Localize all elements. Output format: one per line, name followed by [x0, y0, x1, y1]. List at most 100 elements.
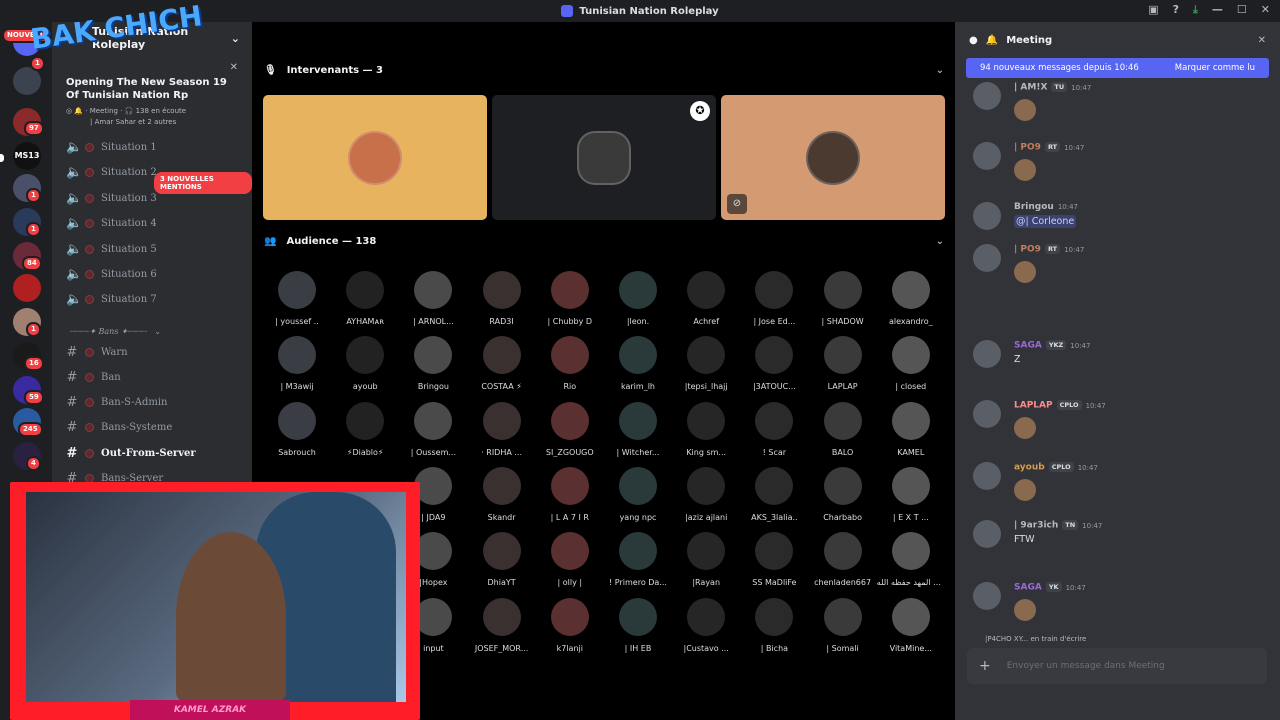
audience-member[interactable]: | Jose Ed... — [740, 271, 808, 326]
audience-member[interactable]: RAD3I — [468, 271, 536, 326]
audience-member[interactable]: BALO — [809, 401, 877, 457]
avatar[interactable] — [973, 244, 1001, 272]
maximize-icon[interactable]: ☐ — [1237, 3, 1247, 17]
audience-member[interactable]: ! Primero Da... — [604, 532, 672, 587]
audience-member[interactable]: King sm... — [672, 401, 740, 457]
message-author[interactable]: | PO9 — [1014, 143, 1041, 153]
audience-member[interactable]: ayoub — [331, 336, 399, 391]
text-channel-ban[interactable]: # Ban — [66, 367, 242, 387]
audience-member[interactable]: |3ATOUC... — [740, 336, 808, 391]
audience-member[interactable]: chenladen667 — [809, 532, 877, 587]
guild-item[interactable] — [13, 67, 41, 95]
audience-member[interactable]: JOSEF_MOR... — [468, 597, 536, 653]
guild-item[interactable] — [13, 274, 41, 302]
voice-channel-situation-6[interactable]: 🔈 Situation 6 — [66, 264, 242, 284]
audience-member[interactable]: | closed — [877, 336, 945, 391]
audience-member[interactable]: | E X T ... — [877, 466, 945, 522]
message-author[interactable]: | PO9 — [1014, 245, 1041, 255]
audience-member[interactable]: ! Scar — [740, 401, 808, 457]
audience-member[interactable]: | Somali — [809, 597, 877, 653]
avatar[interactable] — [973, 400, 1001, 428]
audience-member[interactable]: Charbabo — [809, 466, 877, 522]
message-author[interactable]: | AM!X — [1014, 83, 1047, 93]
message-author[interactable]: Bringou — [1014, 202, 1054, 212]
text-channel-ban-s-admin[interactable]: # Ban-S-Admin — [66, 392, 242, 412]
audience-member[interactable]: |tepsi_lhajj — [672, 336, 740, 391]
avatar[interactable] — [973, 82, 1001, 110]
audience-member[interactable]: COSTAA ⚡ — [468, 336, 536, 391]
speaker-tile[interactable] — [263, 95, 487, 220]
message-author[interactable]: SAGA — [1014, 341, 1042, 351]
audience-member[interactable]: VitaMine... — [877, 597, 945, 653]
help-icon[interactable]: ? — [1173, 3, 1179, 17]
message-composer[interactable]: + Envoyer un message dans Meeting — [967, 648, 1267, 684]
message-author[interactable]: ayoub — [1014, 463, 1045, 473]
voice-channel-situation-1[interactable]: 🔈 Situation 1 — [66, 137, 242, 157]
audience-member[interactable]: alexandro_ — [877, 271, 945, 326]
mark-read-button[interactable]: Marquer comme lu — [1175, 63, 1255, 73]
audience-member[interactable]: |leon. — [604, 271, 672, 326]
text-channel-bans-systeme[interactable]: # Bans-Systeme — [66, 417, 242, 437]
message-author[interactable]: SAGA — [1014, 583, 1042, 593]
close-chat-icon[interactable]: ✕ — [1258, 35, 1266, 46]
audience-member[interactable]: Sabrouch — [263, 401, 331, 457]
audience-member[interactable]: Rio — [536, 336, 604, 391]
audience-member[interactable]: DhiaYT — [468, 532, 536, 587]
text-channel-warn[interactable]: # Warn — [66, 342, 242, 362]
audience-member[interactable]: yang npc — [604, 466, 672, 522]
live-event-card[interactable]: ✕ Opening The New Season 19 Of Tunisian … — [52, 54, 252, 128]
audience-member[interactable]: ⚡Diablo⚡ — [331, 401, 399, 457]
guild-ms13[interactable]: MS13 — [13, 142, 41, 170]
voice-channel-situation-7[interactable]: 🔈 Situation 7 — [66, 289, 242, 309]
avatar[interactable] — [973, 142, 1001, 170]
audience-header[interactable]: 👥 Audience — 138 ⌄ — [264, 231, 944, 251]
avatar[interactable] — [973, 582, 1001, 610]
audience-member[interactable]: KAMEL — [877, 401, 945, 457]
audience-member[interactable]: AKS_3lalia.. — [740, 466, 808, 522]
audience-member[interactable]: | youssef .. — [263, 271, 331, 326]
speakers-header[interactable]: 🎙 Intervenants — 3 ⌄ — [264, 60, 944, 80]
text-channel-out-from-server[interactable]: # Out-From-Server — [66, 443, 242, 463]
avatar[interactable] — [973, 340, 1001, 368]
audience-member[interactable]: karim_lh — [604, 336, 672, 391]
voice-channel-situation-3[interactable]: 🔈 Situation 3 — [66, 188, 242, 208]
avatar[interactable] — [973, 520, 1001, 548]
avatar[interactable] — [973, 202, 1001, 230]
message-author[interactable]: LAPLAP — [1014, 401, 1053, 411]
chevron-down-icon[interactable]: ⌄ — [936, 65, 944, 76]
audience-member[interactable]: | L A 7 I R — [536, 466, 604, 522]
audience-member[interactable]: | ARNOL... — [399, 271, 467, 326]
audience-member[interactable]: Bringou — [399, 336, 467, 391]
voice-channel-situation-4[interactable]: 🔈 Situation 4 — [66, 213, 242, 233]
audience-member[interactable]: k7lanji — [536, 597, 604, 653]
close-icon[interactable]: ✕ — [230, 62, 238, 73]
audience-member[interactable]: · RIDHA ... — [468, 401, 536, 457]
audience-member[interactable]: | Chubby D — [536, 271, 604, 326]
audience-member[interactable]: |aziz ajlani — [672, 466, 740, 522]
audience-member[interactable]: |Custavo ... — [672, 597, 740, 653]
audience-member[interactable]: Achref — [672, 271, 740, 326]
plus-icon[interactable]: + — [979, 658, 991, 674]
avatar[interactable] — [973, 462, 1001, 490]
audience-member[interactable]: | Bicha — [740, 597, 808, 653]
audience-member[interactable]: | SHADOW — [809, 271, 877, 326]
voice-channel-situation-5[interactable]: 🔈 Situation 5 — [66, 239, 242, 259]
audience-member[interactable]: | olly | — [536, 532, 604, 587]
close-window-icon[interactable]: ✕ — [1261, 3, 1270, 17]
audience-member[interactable]: LAPLAP — [809, 336, 877, 391]
audience-member[interactable]: | Witcher... — [604, 401, 672, 457]
audience-member[interactable]: |Rayan — [672, 532, 740, 587]
minimize-icon[interactable]: — — [1212, 3, 1223, 17]
category-bans[interactable]: ┈┈┈┈✦ Bans ✦┈┈┈┈ ⌄ — [66, 321, 242, 341]
new-messages-bar[interactable]: 94 nouveaux messages depuis 10:46 Marque… — [966, 58, 1269, 78]
audience-member[interactable]: SS MaDliFe — [740, 532, 808, 587]
chevron-down-icon[interactable]: ⌄ — [936, 236, 944, 247]
audience-member[interactable]: | M3awij — [263, 336, 331, 391]
audience-member[interactable]: AYHAMᴀʀ — [331, 271, 399, 326]
audience-member[interactable]: | Oussem... — [399, 401, 467, 457]
voice-channel-situation-2[interactable]: 🔈 Situation 2 — [66, 162, 242, 182]
inbox-icon[interactable]: ▣ — [1148, 3, 1158, 17]
audience-member[interactable]: | IH EB — [604, 597, 672, 653]
audience-member[interactable]: Skandr — [468, 466, 536, 522]
download-icon[interactable]: ⤓ — [1193, 3, 1198, 17]
